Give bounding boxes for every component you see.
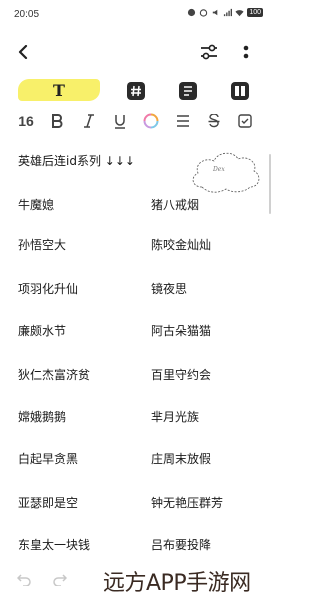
status-bar: 20:05 100 — [0, 0, 273, 30]
back-arrow-icon — [18, 45, 28, 59]
back-button[interactable] — [12, 41, 34, 63]
scrollbar[interactable] — [269, 154, 271, 214]
hero-name-right: 阿古朵猫猫 — [151, 324, 212, 338]
top-bar — [0, 36, 273, 66]
hash-icon — [127, 82, 145, 100]
hero-name-left: 孙悟空大 — [18, 238, 67, 252]
status-time: 20:05 — [14, 9, 40, 20]
undo-button[interactable] — [14, 571, 34, 589]
align-button[interactable] — [174, 110, 192, 132]
cloud-doodle-icon — [192, 152, 260, 193]
undo-icon — [17, 574, 31, 586]
hero-name-right: 芈月光族 — [151, 410, 200, 424]
mute-icon — [213, 9, 218, 16]
more-options-button[interactable] — [236, 40, 256, 64]
checklist-button[interactable] — [236, 110, 254, 132]
layout-button[interactable] — [228, 79, 252, 103]
color-palette-icon — [143, 113, 159, 129]
font-size-button[interactable]: 16 — [16, 110, 36, 132]
align-icon — [177, 115, 189, 127]
checkbox-icon — [238, 114, 252, 128]
alarm-icon — [200, 9, 208, 17]
hero-name-left: 嫦娥鹅鹅 — [18, 410, 67, 424]
style-toolbar: T — [0, 76, 273, 106]
note-heading: 英雄后连id系列 ↓↓↓ — [18, 154, 135, 168]
watermark: 远方APP手游网 — [103, 571, 251, 596]
bold-button[interactable] — [48, 110, 66, 132]
redo-icon — [53, 574, 67, 586]
columns-icon — [231, 82, 249, 100]
hero-name-right: 钟无艳压群芳 — [151, 496, 224, 510]
status-icons: 100 — [187, 8, 263, 17]
hero-name-right: 陈咬金灿灿 — [151, 238, 212, 252]
battery-indicator: 100 — [247, 8, 263, 17]
hero-name-left: 亚瑟即是空 — [18, 496, 79, 510]
notification-icon — [188, 8, 196, 17]
hero-name-right: 百里守约会 — [151, 368, 212, 382]
hero-name-right: 吕布要投降 — [151, 538, 212, 552]
underline-button[interactable] — [111, 110, 129, 132]
more-vertical-icon — [243, 45, 249, 59]
hero-name-left: 项羽化升仙 — [18, 282, 79, 296]
cloud-handwriting: Dex — [213, 166, 225, 173]
underline-icon — [115, 114, 125, 129]
strikethrough-icon — [208, 113, 220, 127]
redo-button[interactable] — [50, 571, 70, 589]
hero-name-left: 东皇太一块钱 — [18, 538, 91, 552]
bold-icon — [52, 114, 63, 128]
hero-name-left: 廉颇水节 — [18, 324, 67, 338]
list-icon — [179, 82, 197, 100]
hero-name-right: 猪八戒烟 — [151, 198, 200, 212]
sliders-icon — [201, 44, 217, 60]
text-style-button[interactable]: T — [18, 79, 100, 101]
strikethrough-button[interactable] — [205, 110, 223, 132]
text-color-button[interactable] — [142, 110, 160, 132]
italic-icon — [84, 114, 94, 128]
heading-button[interactable] — [124, 79, 148, 103]
wifi-icon — [235, 10, 244, 17]
hero-name-left: 狄仁杰富济贫 — [18, 368, 91, 382]
hero-name-left: 牛魔媳 — [18, 198, 55, 212]
signal-icon — [224, 8, 233, 17]
italic-button[interactable] — [80, 110, 98, 132]
format-toolbar: 16 — [0, 108, 273, 134]
hero-name-right: 镜夜思 — [151, 282, 188, 296]
hero-name-left: 白起早贪黑 — [18, 452, 79, 466]
hero-name-right: 庄周末放假 — [151, 452, 212, 466]
list-style-button[interactable] — [176, 79, 200, 103]
settings-toggle-button[interactable] — [197, 40, 221, 64]
